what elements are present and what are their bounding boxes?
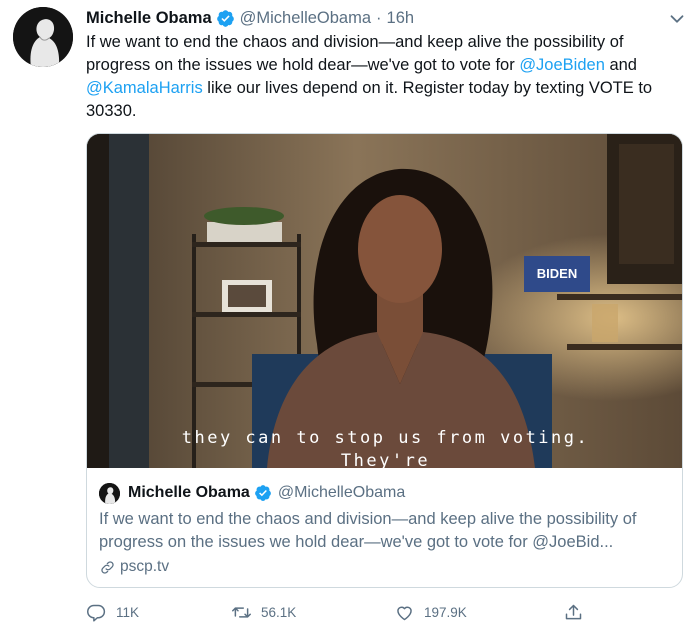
author-handle[interactable]: @MichelleObama — [240, 9, 371, 28]
author-name[interactable]: Michelle Obama — [86, 9, 212, 28]
card-link-text[interactable]: pscp.tv — [120, 558, 169, 576]
tweet-text-part: and — [604, 56, 637, 74]
mention-kamalaharris[interactable]: @KamalaHarris — [86, 79, 203, 97]
quoted-header: Michelle Obama @MichelleObama — [128, 482, 405, 504]
tweet-header: Michelle Obama @MichelleObama · 16h — [86, 7, 414, 29]
action-bar: 11K 56.1K 197.9K — [86, 597, 606, 627]
like-count: 197.9K — [424, 604, 467, 620]
separator: · — [376, 8, 382, 27]
timestamp[interactable]: 16h — [387, 9, 415, 28]
mention-joebiden[interactable]: @JoeBiden — [519, 56, 605, 74]
quoted-avatar — [99, 483, 120, 504]
quoted-text: If we want to end the chaos and division… — [99, 510, 637, 551]
quoted-author-name: Michelle Obama — [128, 484, 250, 501]
retweet-button[interactable]: 56.1K — [231, 597, 296, 627]
tweet[interactable]: Michelle Obama @MichelleObama · 16h If w… — [0, 0, 700, 632]
quoted-author-handle: @MichelleObama — [277, 484, 406, 501]
sign-text: BIDEN — [537, 266, 577, 281]
reply-button[interactable]: 11K — [86, 597, 139, 627]
chevron-down-icon[interactable] — [666, 8, 688, 30]
tweet-text: If we want to end the chaos and division… — [86, 31, 691, 123]
verified-badge-icon — [254, 485, 271, 501]
video-player[interactable]: BIDEN they can to stop us from voting. T… — [87, 134, 682, 468]
link-icon — [101, 560, 114, 574]
video-caption-line1: they can to stop us from voting. — [181, 428, 590, 448]
avatar-image — [13, 7, 73, 67]
share-icon — [565, 604, 582, 619]
retweet-icon — [232, 606, 251, 618]
media-card[interactable]: BIDEN they can to stop us from voting. T… — [86, 133, 683, 588]
quoted-tweet[interactable]: Michelle Obama @MichelleObama If we want… — [87, 470, 682, 587]
video-caption-line2: They're — [340, 451, 431, 468]
card-link[interactable]: pscp.tv — [99, 558, 169, 576]
share-button[interactable] — [563, 597, 593, 627]
video-frame: BIDEN — [87, 134, 682, 468]
reply-count: 11K — [116, 604, 140, 620]
reply-icon — [87, 604, 106, 622]
heart-icon — [397, 606, 412, 620]
retweet-count: 56.1K — [261, 604, 297, 620]
verified-badge-icon — [216, 9, 234, 27]
like-button[interactable]: 197.9K — [394, 597, 467, 627]
avatar[interactable] — [13, 7, 73, 67]
